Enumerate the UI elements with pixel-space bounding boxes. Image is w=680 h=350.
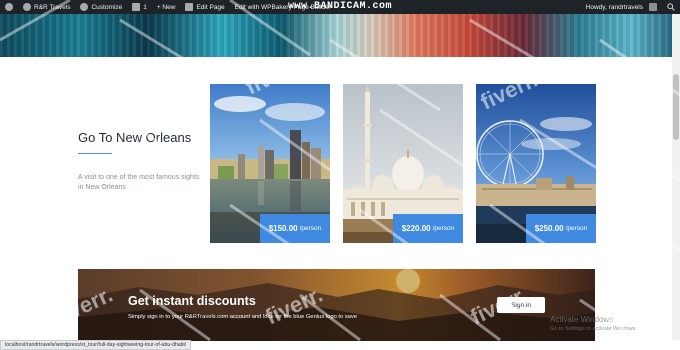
price-tag: $220.00 /person: [393, 214, 463, 243]
section-title: Go To New Orleans: [78, 130, 192, 145]
tour-card[interactable]: $250.00 /person: [476, 84, 596, 243]
wordpress-icon: [5, 3, 13, 11]
svg-text:fiv: fiv: [632, 91, 667, 125]
tour-card[interactable]: $150.00 /person: [210, 84, 330, 243]
search-icon: [667, 3, 675, 11]
recording-watermark: www.BANDICAM.com: [288, 1, 393, 12]
home-icon: [23, 3, 31, 11]
price-tag: $150.00 /person: [260, 214, 330, 243]
link-status-bar: localhost/randrtravels/wordpress/st_tour…: [0, 340, 192, 350]
page-scrollbar[interactable]: [672, 14, 680, 340]
site-name-label: R&R Travels: [34, 3, 71, 11]
scrollbar-thumb[interactable]: [673, 74, 679, 140]
avatar: [649, 3, 657, 11]
price-tag: $250.00 /person: [526, 214, 596, 243]
section-title-underline: [78, 153, 112, 154]
account-menu[interactable]: Howdy, randrtravels: [581, 0, 662, 14]
activate-windows-title: Activate Windows: [550, 315, 614, 324]
customize-link[interactable]: Customize: [75, 0, 127, 14]
admin-search-button[interactable]: [662, 0, 680, 14]
admin-bar: R&R Travels Customize 1 + New Edit Page …: [0, 0, 680, 14]
comments-count: 1: [143, 3, 147, 11]
price-unit: /person: [299, 225, 322, 232]
activate-windows-subtitle: Go to Settings to activate Windows.: [550, 326, 637, 332]
tour-card[interactable]: $220.00 /person: [343, 84, 463, 243]
howdy-label: Howdy, randrtravels: [585, 3, 643, 11]
hero-banner-image: [0, 14, 672, 57]
comment-icon: [132, 3, 141, 11]
site-name-link[interactable]: R&R Travels: [18, 0, 75, 14]
new-content-link[interactable]: + New: [152, 0, 181, 14]
new-label: + New: [156, 3, 176, 11]
section-description: A visit to one of the most famous sights…: [78, 174, 200, 191]
comments-link[interactable]: 1: [127, 0, 152, 14]
edit-page-label: Edit Page: [196, 3, 225, 11]
customize-label: Customize: [91, 3, 123, 11]
price-unit: /person: [565, 225, 588, 232]
price-unit: /person: [432, 225, 455, 232]
page: R&R Travels Customize 1 + New Edit Page …: [0, 0, 680, 350]
price-value: $250.00: [534, 224, 564, 233]
pencil-icon: [185, 3, 194, 11]
banner-title: Get instant discounts: [128, 294, 256, 308]
banner-description: Simply sign in to your R&RTravels.com ac…: [128, 314, 358, 320]
price-value: $150.00: [268, 224, 298, 233]
edit-page-link[interactable]: Edit Page: [180, 0, 229, 14]
svg-text:fiverr.: fiverr.: [52, 77, 117, 125]
discount-banner: Get instant discounts Simply sign in to …: [78, 269, 595, 341]
wordpress-logo-button[interactable]: [0, 0, 18, 14]
price-value: $220.00: [401, 224, 431, 233]
status-url: localhost/randrtravels/wordpress/st_tour…: [5, 342, 187, 348]
sign-in-button[interactable]: Sign in: [497, 297, 545, 313]
activate-windows-notice: Activate Windows Go to Settings to activ…: [550, 315, 637, 332]
brush-icon: [80, 3, 89, 11]
